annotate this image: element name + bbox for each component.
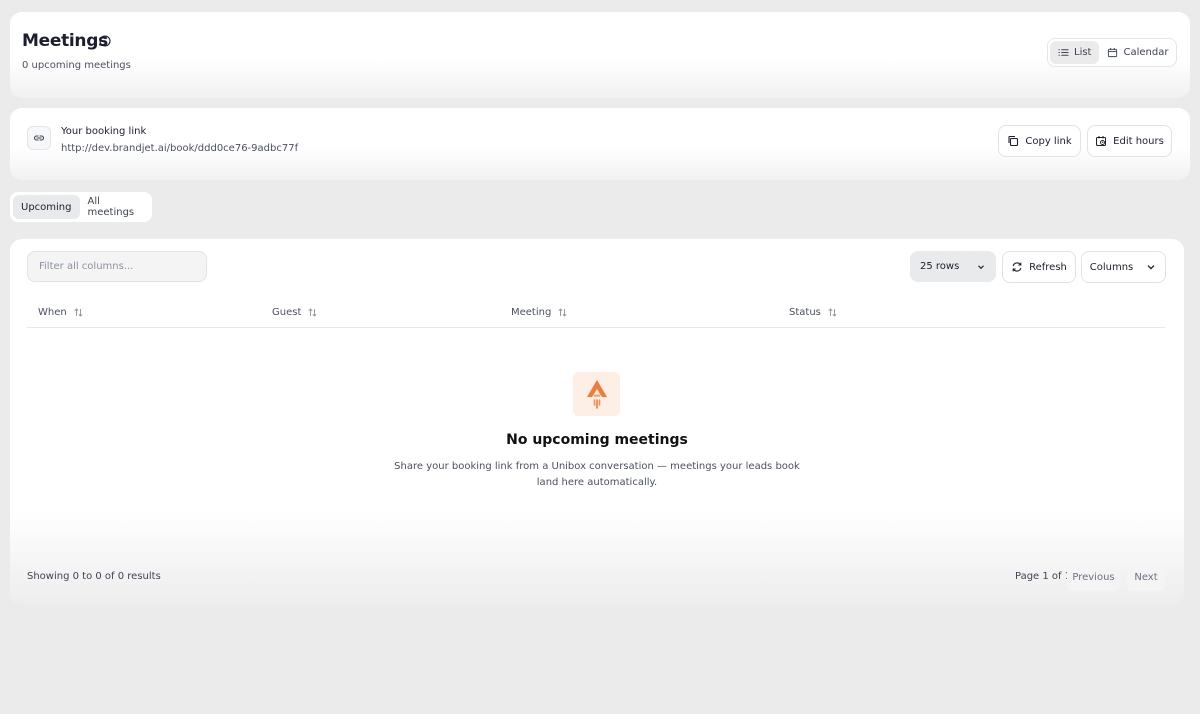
columns-label: Columns <box>1089 261 1134 273</box>
view-calendar-button[interactable]: Calendar <box>1099 41 1176 64</box>
meetings-tabs: Upcoming All meetings <box>10 192 152 222</box>
brand-rocket-logo <box>573 372 620 416</box>
copy-link-label: Copy link <box>1025 135 1072 147</box>
view-list-button[interactable]: List <box>1050 41 1100 64</box>
view-list-label: List <box>1074 47 1092 58</box>
page-header: Meetings 0 upcoming meetings List Calend… <box>10 12 1190 98</box>
sort-icon <box>308 307 317 317</box>
list-icon <box>1058 49 1069 56</box>
edit-hours-button[interactable]: Edit hours <box>1087 125 1172 157</box>
calendar-clock-icon <box>1096 136 1107 146</box>
filter-input[interactable] <box>27 251 207 282</box>
sort-icon <box>828 307 837 317</box>
chevron-down-icon <box>978 264 984 269</box>
meetings-table-card: 25 rows Refresh Columns When Guest <box>10 239 1184 605</box>
tab-all-meetings[interactable]: All meetings <box>80 195 150 219</box>
rows-per-page-select[interactable]: 25 rows <box>910 251 996 282</box>
rows-per-page-value: 25 rows <box>920 261 960 272</box>
view-calendar-label: Calendar <box>1123 47 1169 58</box>
column-header-meeting[interactable]: Meeting <box>511 296 568 328</box>
booking-link-url[interactable]: http://dev.brandjet.ai/book/ddd0ce76-9ad… <box>61 143 298 154</box>
edit-hours-label: Edit hours <box>1113 135 1164 147</box>
copy-icon <box>1008 135 1019 147</box>
booking-link-label: Your booking link <box>61 126 147 137</box>
column-header-label: Guest <box>272 306 302 318</box>
view-toggle: List Calendar <box>1047 38 1177 67</box>
refresh-button[interactable]: Refresh <box>1002 251 1076 283</box>
columns-button[interactable]: Columns <box>1081 251 1166 283</box>
page-title: Meetings <box>22 31 108 51</box>
tab-upcoming[interactable]: Upcoming <box>13 195 80 219</box>
sort-icon <box>558 307 567 317</box>
calendar-icon <box>1108 47 1118 58</box>
table-header-row: When Guest Meeting Status <box>27 296 1165 328</box>
empty-state-description: Share your booking link from a Unibox co… <box>394 461 800 488</box>
page-indicator: Page 1 of 1 <box>1015 571 1072 582</box>
sort-icon <box>74 307 83 317</box>
link-icon <box>27 126 51 150</box>
column-header-label: When <box>38 306 67 318</box>
column-header-label: Meeting <box>511 306 552 318</box>
column-header-guest[interactable]: Guest <box>272 296 318 328</box>
refresh-label: Refresh <box>1029 261 1067 273</box>
empty-state-title: No upcoming meetings <box>506 432 688 448</box>
refresh-icon <box>1012 262 1022 272</box>
previous-page-button[interactable]: Previous <box>1067 564 1120 591</box>
copy-link-button[interactable]: Copy link <box>998 125 1081 157</box>
booking-link-card: Your booking link http://dev.brandjet.ai… <box>10 108 1190 180</box>
results-summary: Showing 0 to 0 of 0 results <box>27 571 161 582</box>
column-header-label: Status <box>789 306 821 318</box>
next-page-button[interactable]: Next <box>1127 564 1165 591</box>
info-icon[interactable] <box>99 35 111 47</box>
chevron-down-icon <box>1147 265 1155 270</box>
column-header-status[interactable]: Status <box>789 296 838 328</box>
column-header-when[interactable]: When <box>38 296 84 328</box>
meetings-count: 0 upcoming meetings <box>22 60 131 71</box>
